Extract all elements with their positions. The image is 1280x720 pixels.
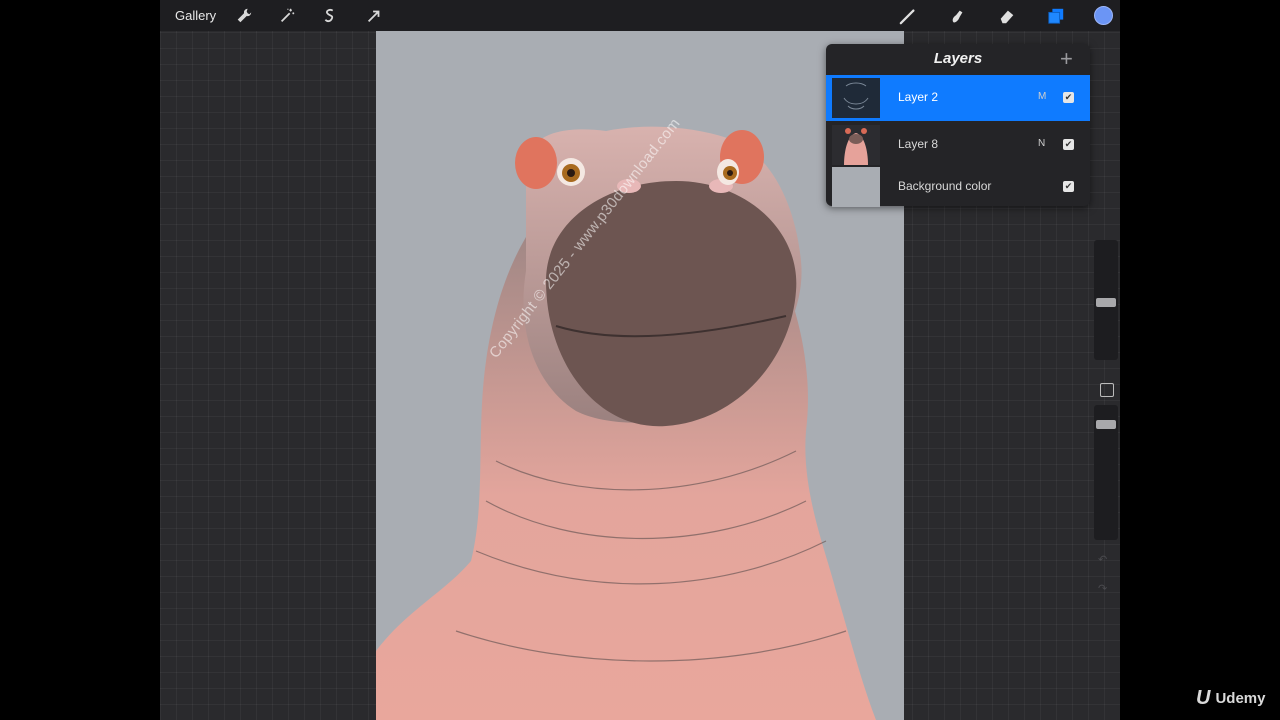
brush-size-slider[interactable]	[1094, 240, 1118, 360]
top-toolbar: Gallery	[160, 0, 1120, 31]
udemy-name: Udemy	[1215, 690, 1266, 707]
layer-row-layer-8[interactable]: Layer 8 N ✔	[826, 122, 1090, 168]
layer-visibility-checkbox[interactable]: ✔	[1063, 181, 1074, 192]
gallery-button[interactable]: Gallery	[175, 8, 216, 23]
blend-mode-button[interactable]: M	[1038, 91, 1046, 102]
add-layer-button[interactable]: +	[1060, 46, 1073, 72]
brush-icon[interactable]	[897, 5, 919, 27]
layer-name: Layer 2	[898, 90, 939, 104]
udemy-logo-icon: U	[1196, 687, 1211, 709]
redo-icon[interactable]: ↷	[1098, 582, 1107, 595]
layer-row-layer-2[interactable]: Layer 2 M ✔	[826, 75, 1090, 121]
brush-size-knob[interactable]	[1096, 298, 1116, 307]
opacity-knob[interactable]	[1096, 420, 1116, 429]
magic-wand-icon[interactable]	[276, 5, 298, 27]
opacity-slider[interactable]	[1094, 405, 1118, 540]
layer-name: Layer 8	[898, 137, 939, 151]
layers-panel-title: Layers	[933, 50, 983, 67]
layer-row-background-color[interactable]: Background color ✔	[826, 164, 1090, 210]
eraser-icon[interactable]	[996, 5, 1018, 27]
wrench-icon[interactable]	[233, 5, 255, 27]
transform-arrow-icon[interactable]	[363, 5, 385, 27]
smudge-icon[interactable]	[946, 5, 968, 27]
layer-thumbnail	[832, 125, 880, 165]
layer-name: Background color	[898, 179, 992, 193]
selection-icon[interactable]	[319, 5, 341, 27]
procreate-app: Gallery Copyright © 2025 - www.p30downlo…	[160, 0, 1120, 720]
color-picker-button[interactable]	[1094, 6, 1113, 25]
background-color-swatch	[832, 167, 880, 207]
layer-visibility-checkbox[interactable]: ✔	[1063, 92, 1074, 103]
layer-thumbnail	[832, 78, 880, 118]
layers-panel: Layers + Layer 2 M ✔ Layer 8 N ✔ Backgro…	[826, 44, 1090, 207]
undo-icon[interactable]: ↶	[1098, 553, 1107, 566]
drawing-canvas[interactable]: Copyright © 2025 - www.p30download.com	[376, 31, 904, 720]
modify-button[interactable]	[1100, 383, 1114, 397]
layer-visibility-checkbox[interactable]: ✔	[1063, 139, 1074, 150]
hippo-illustration	[376, 126, 876, 720]
blend-mode-button[interactable]: N	[1038, 138, 1045, 149]
udemy-watermark: U Udemy	[1196, 687, 1265, 710]
layers-icon[interactable]	[1045, 5, 1067, 27]
